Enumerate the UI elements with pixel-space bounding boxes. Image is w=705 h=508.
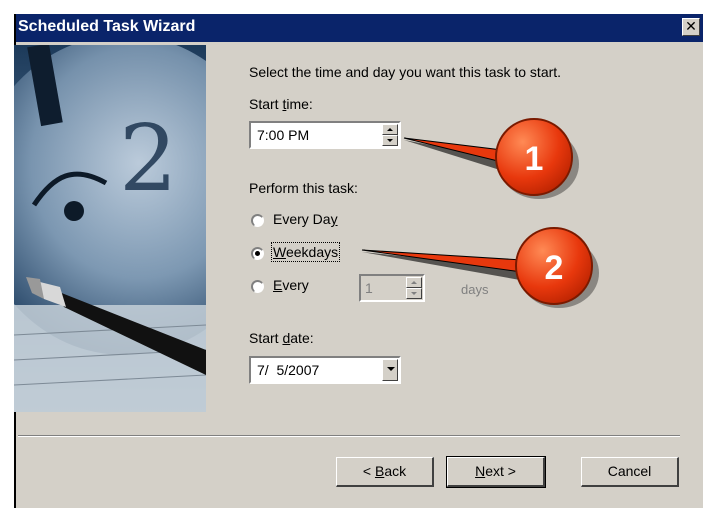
date-dropdown-button[interactable]	[382, 359, 398, 381]
wizard-clock-pen-image: 2	[14, 45, 206, 412]
instruction-text: Select the time and day you want this ta…	[249, 64, 562, 80]
interval-unit-label: days	[461, 282, 489, 297]
start-date-value[interactable]: 7/ 5/2007	[257, 362, 319, 378]
title-bar[interactable]: Scheduled Task Wizard ✕	[16, 14, 703, 42]
radio-every[interactable]	[251, 280, 264, 293]
spin-down-button[interactable]	[406, 288, 422, 299]
next-button[interactable]: Next >	[446, 456, 546, 488]
every-interval-field[interactable]: 1	[359, 274, 425, 302]
perform-task-label: Perform this task:	[249, 180, 358, 196]
radio-selected-dot	[255, 251, 260, 256]
back-button[interactable]: < Back	[336, 457, 434, 487]
every-day-label[interactable]: Every Day	[273, 211, 338, 227]
spin-up-button[interactable]	[382, 124, 398, 135]
svg-text:2: 2	[119, 105, 178, 212]
every-interval-spinner[interactable]	[406, 277, 422, 299]
chevron-up-icon	[411, 281, 417, 284]
start-time-field[interactable]: 7:00 PM	[249, 121, 401, 149]
start-time-label: Start time:	[249, 96, 313, 112]
cancel-button[interactable]: Cancel	[581, 457, 679, 487]
every-label[interactable]: Every	[273, 277, 309, 293]
window-title: Scheduled Task Wizard	[18, 18, 196, 35]
start-time-spinner[interactable]	[382, 124, 398, 146]
chevron-down-icon	[387, 367, 395, 371]
radio-weekdays[interactable]	[251, 247, 264, 260]
spin-down-button[interactable]	[382, 135, 398, 146]
every-interval-value: 1	[365, 280, 373, 296]
spin-up-button[interactable]	[406, 277, 422, 288]
chevron-down-icon	[387, 139, 393, 142]
close-icon[interactable]: ✕	[682, 18, 700, 36]
start-date-label: Start date:	[249, 330, 314, 346]
weekdays-label[interactable]: Weekdays	[270, 242, 341, 262]
button-separator	[18, 435, 680, 437]
radio-every-day[interactable]	[251, 214, 264, 227]
chevron-up-icon	[387, 128, 393, 131]
start-time-value[interactable]: 7:00 PM	[257, 127, 309, 143]
chevron-down-icon	[411, 292, 417, 295]
start-date-dropdown[interactable]: 7/ 5/2007	[249, 356, 401, 384]
